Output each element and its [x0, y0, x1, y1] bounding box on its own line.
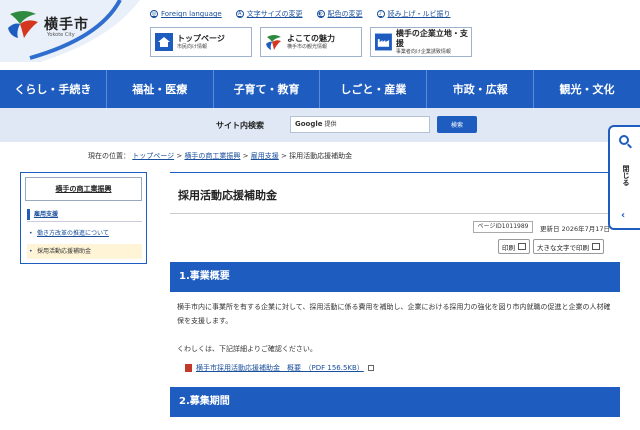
read-aloud-link[interactable]: ♪ 読み上げ・ルビ振り	[376, 9, 451, 19]
pdf-icon	[185, 364, 192, 372]
google-brand: Google	[295, 120, 323, 128]
business-button[interactable]: 横手の企業立地・支援 事業者向け企業誘致情報	[370, 27, 472, 57]
attractions-sub: 横手市の観光情報	[287, 43, 328, 50]
business-title: 横手の企業立地・支援	[395, 28, 468, 48]
text-size-icon: A	[235, 10, 244, 18]
page-title: 採用活動応援補助金	[178, 189, 277, 202]
top-page-title: トップページ	[177, 33, 225, 43]
search-input[interactable]: Google 提供	[290, 116, 430, 133]
nav-city-admin[interactable]: 市政・広報	[427, 70, 535, 108]
local-nav-item-workstyle[interactable]: 働き方改革の推進について	[27, 226, 142, 241]
factory-icon	[375, 33, 392, 51]
search-placeholder: 提供	[324, 121, 337, 128]
pdf-link-overview[interactable]: 横手市採用活動応援補助金 概要 （PDF 156.5KB）	[185, 363, 374, 373]
business-sub: 事業者向け企業誘致情報	[395, 48, 451, 55]
color-scheme-link[interactable]: ◐ 配色の変更	[316, 9, 363, 19]
logo-mark-icon	[266, 35, 281, 50]
text-size-link[interactable]: A 文字サイズの変更	[235, 9, 303, 19]
color-scheme-label: 配色の変更	[327, 10, 363, 18]
color-icon: ◐	[316, 10, 325, 18]
search-button-label: 検索	[450, 122, 463, 129]
updated-date: 更新日 2026年7月17日	[540, 225, 611, 233]
print-large-label: 大きな文字で印刷	[537, 243, 589, 252]
breadcrumb-employment[interactable]: 雇用支援	[251, 152, 279, 160]
section-heading-overview: 1.事業概要	[170, 262, 620, 292]
nav-life[interactable]: くらし・手続き	[0, 70, 107, 108]
nav-welfare[interactable]: 福祉・医療	[107, 70, 214, 108]
foreign-language-label: Foreign language	[161, 10, 222, 18]
city-name[interactable]: 横手市	[44, 14, 89, 34]
globe-icon: ◎	[150, 10, 158, 18]
attractions-button[interactable]: よこての魅力 横手市の観光情報	[260, 27, 362, 57]
local-nav: 横手の商工業振興 雇用支援 働き方改革の推進について 採用活動応援補助金	[20, 172, 147, 264]
top-page-button[interactable]: トップページ 市民向け情報	[150, 27, 252, 57]
local-nav-divider	[27, 221, 142, 222]
local-nav-title[interactable]: 横手の商工業振興	[25, 177, 142, 201]
top-page-sub: 市民向け情報	[177, 43, 208, 50]
foreign-language-link[interactable]: ◎ Foreign language	[150, 9, 222, 19]
breadcrumb-commerce[interactable]: 横手の商工業振興	[184, 152, 240, 160]
print-large-button[interactable]: 大きな文字で印刷	[533, 239, 604, 254]
read-aloud-label: 読み上げ・ルビ振り	[387, 10, 451, 18]
nav-childcare[interactable]: 子育て・教育	[214, 70, 321, 108]
speaker-icon: ♪	[376, 10, 385, 18]
city-logo-icon[interactable]	[6, 8, 42, 40]
overview-more: くわしくは、下記詳細よりご確認ください。	[177, 345, 317, 353]
search-label: サイト内検索	[216, 121, 264, 130]
local-nav-section[interactable]: 雇用支援	[27, 209, 142, 220]
nav-tourism[interactable]: 観光・文化	[534, 70, 640, 108]
site-search-bar: サイト内検索 Google 提供 検索	[0, 108, 640, 142]
global-nav: くらし・手続き 福祉・医療 子育て・教育 しごと・産業 市政・広報 観光・文化	[0, 70, 640, 108]
nav-work[interactable]: しごと・産業	[320, 70, 428, 108]
page-title-box: 採用活動応援補助金	[170, 172, 620, 214]
print-button[interactable]: 印刷	[498, 239, 530, 254]
floating-search-panel[interactable]: 閉じる ‹	[608, 125, 640, 230]
overview-paragraph: 横手市内に事業所を有する企業に対して、採用活動に係る費用を補助し、企業における採…	[177, 303, 611, 325]
external-window-icon	[367, 365, 374, 371]
breadcrumb-current: 採用活動応援補助金	[289, 152, 353, 160]
chevron-left-icon: ‹	[621, 210, 626, 221]
text-size-label: 文字サイズの変更	[246, 10, 303, 18]
home-icon	[155, 33, 173, 51]
search-button[interactable]: 検索	[437, 116, 477, 133]
printer-icon	[518, 243, 526, 250]
site-header: 横手市 Yokote City ◎ Foreign language A 文字サ…	[0, 0, 640, 70]
breadcrumb: 現在の位置： トップページ > 横手の商工業振興 > 雇用支援 > 採用活動応援…	[88, 152, 353, 160]
city-name-en: Yokote City	[47, 32, 75, 38]
breadcrumb-top[interactable]: トップページ	[132, 152, 174, 160]
page-id: ページID1011989	[473, 221, 533, 233]
header-buttons: トップページ 市民向け情報 よこての魅力 横手市の観光情報 横手の企業立地・支援	[150, 27, 472, 57]
pdf-link-label: 横手市採用活動応援補助金 概要 （PDF 156.5KB）	[196, 364, 364, 372]
print-label: 印刷	[502, 243, 515, 252]
utility-links: ◎ Foreign language A 文字サイズの変更 ◐ 配色の変更 ♪ …	[150, 9, 465, 19]
section-heading-period: 2.募集期間	[170, 387, 620, 417]
local-nav-item-current[interactable]: 採用活動応援補助金	[27, 244, 142, 259]
close-panel-label: 閉じる	[622, 165, 630, 186]
attractions-title: よこての魅力	[287, 33, 335, 43]
printer-icon	[592, 243, 600, 250]
search-icon	[619, 135, 629, 145]
breadcrumb-prefix: 現在の位置：	[88, 152, 130, 160]
